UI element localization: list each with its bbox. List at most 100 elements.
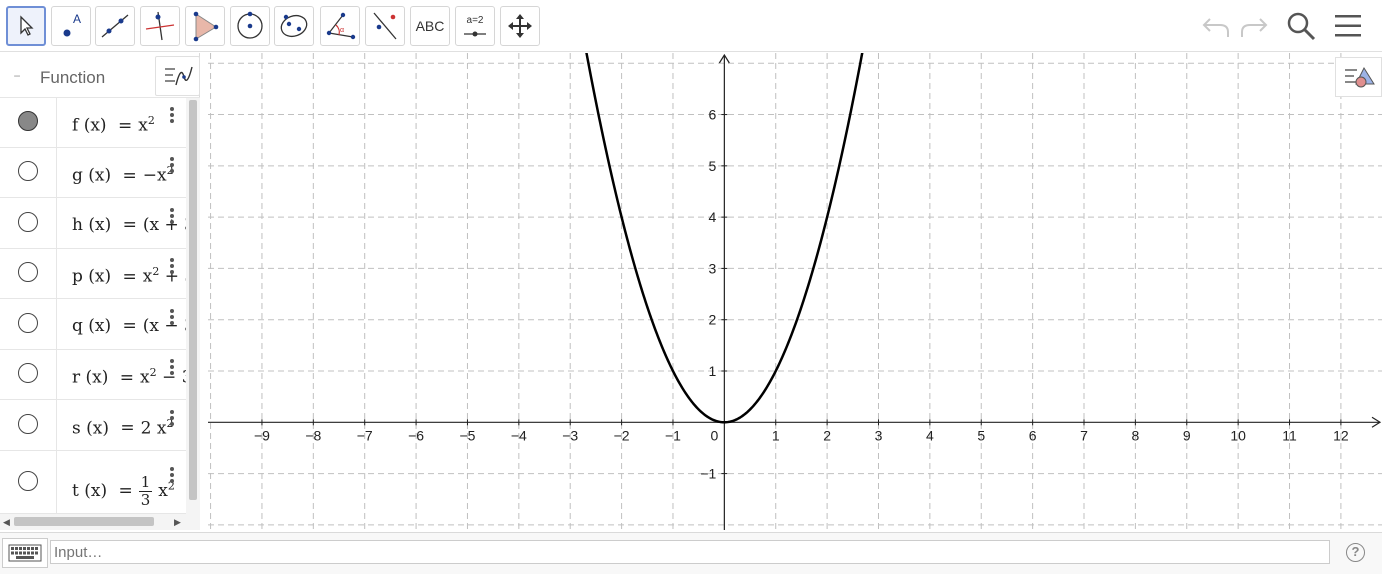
graph-canvas[interactable]: −9 −8 −7 −6 −5 −4 −3 −2 −1 0 1 2 3 4 5 6 7 8 9 10 11 12−11234… [208, 53, 1382, 530]
function-expression: (x + 3 [142, 214, 186, 235]
x-tick-label: 12 [1333, 427, 1349, 443]
arrow-cursor-icon [20, 15, 34, 36]
algebra-item-r[interactable]: r (x) =x2 − 3 [0, 350, 186, 400]
circle-icon [237, 11, 263, 39]
algebra-view: − Function f (x) =x2g (x) =−x2h (x) =(x … [0, 53, 200, 554]
angle-tool-button[interactable]: α [320, 6, 360, 46]
scroll-right-icon[interactable]: ▶ [174, 517, 181, 528]
algebra-item-q[interactable]: q (x) =(x − 3 [0, 299, 186, 350]
algebra-group-title: Function [40, 68, 106, 87]
x-tick-label: 2 [823, 427, 831, 443]
undo-button[interactable] [1198, 8, 1234, 44]
svg-text:α: α [340, 27, 344, 34]
perpendicular-line-tool-button[interactable] [140, 6, 180, 46]
polygon-icon [193, 11, 219, 42]
algebra-item-g[interactable]: g (x) =−x2 [0, 148, 186, 198]
visibility-toggle[interactable] [18, 312, 38, 333]
function-expression: x [140, 367, 150, 388]
more-options-icon[interactable] [169, 409, 175, 430]
more-options-icon[interactable] [169, 107, 175, 127]
equals-sign: = [122, 315, 137, 336]
collapse-icon[interactable]: − [11, 70, 23, 83]
scrollbar-thumb[interactable] [189, 100, 197, 500]
text-tool-button[interactable]: ABC [410, 6, 450, 46]
more-options-icon[interactable] [169, 466, 175, 487]
slider-tool-button[interactable]: a=2 [455, 6, 495, 46]
svg-text:A: A [73, 12, 81, 26]
function-expression: (x − 3 [142, 315, 186, 336]
visibility-toggle[interactable] [18, 211, 38, 232]
more-options-icon[interactable] [169, 207, 175, 228]
move-graphics-icon [508, 14, 532, 38]
y-tick-label: 1 [709, 363, 717, 379]
algebra-item-h[interactable]: h (x) =(x + 3 [0, 198, 186, 249]
line-icon [101, 14, 129, 38]
scroll-left-icon[interactable]: ◀ [3, 517, 10, 528]
reflect-tool-button[interactable] [365, 6, 405, 46]
text-tool-label: ABC [415, 18, 445, 34]
algebra-vertical-scrollbar[interactable]: ▼ [186, 98, 200, 554]
function-name: t (x) [72, 480, 108, 501]
equals-sign: = [122, 266, 137, 287]
equals-sign: = [122, 165, 137, 186]
more-options-icon[interactable] [169, 359, 175, 379]
visibility-toggle[interactable] [18, 363, 38, 383]
visibility-toggle[interactable] [18, 111, 38, 131]
move-tool-button[interactable] [6, 6, 46, 46]
visibility-toggle[interactable] [18, 262, 38, 282]
more-options-icon[interactable] [169, 157, 175, 177]
algebra-item-f[interactable]: f (x) = x2 [0, 98, 186, 148]
graphics-style-bar-button[interactable] [1335, 57, 1382, 97]
function-name: p (x) [72, 266, 112, 287]
x-tick-label: 6 [1029, 427, 1037, 443]
geogebra-app: A α ABC a=2 − Function f (x) = x2 g (x) … [0, 0, 1382, 574]
x-tick-label: −8 [305, 427, 321, 443]
x-tick-label: 10 [1230, 427, 1246, 443]
keyboard-toggle-button[interactable] [2, 538, 48, 568]
algebra-horizontal-scrollbar[interactable]: ◀ ▶ [0, 514, 186, 530]
visibility-cell [0, 350, 57, 399]
equals-sign: = [122, 214, 137, 235]
x-tick-label: 3 [875, 427, 883, 443]
slider-tool-label: a=2 [466, 15, 484, 26]
visibility-toggle[interactable] [18, 470, 38, 491]
more-options-icon[interactable] [169, 258, 175, 278]
redo-icon [1241, 18, 1268, 37]
function-name: h (x) [72, 214, 112, 235]
algebra-style-bar-button[interactable] [155, 56, 200, 96]
visibility-cell [0, 451, 57, 513]
y-tick-label: 4 [709, 209, 717, 225]
algebra-style-icon [164, 66, 193, 86]
reflect-icon [373, 12, 397, 40]
algebra-item-p[interactable]: p (x) =x2 + 3 [0, 249, 186, 299]
x-tick-label: 11 [1282, 427, 1297, 443]
x-tick-label: 4 [926, 427, 934, 443]
algebra-item-t[interactable]: t (x) = 1 3 x2 [0, 451, 186, 514]
circle-tool-button[interactable] [230, 6, 270, 46]
algebra-input-field[interactable] [50, 540, 1330, 564]
graphics-view[interactable]: −9 −8 −7 −6 −5 −4 −3 −2 −1 0 1 2 3 4 5 6 7 8 9 10 11 12 −1 1 2 3 4… [208, 53, 1382, 530]
search-icon [1287, 12, 1316, 41]
redo-button[interactable] [1236, 8, 1272, 44]
more-options-icon[interactable] [169, 308, 175, 329]
function-name: g (x) [72, 165, 112, 186]
main-menu-button[interactable] [1330, 8, 1366, 44]
polygon-tool-button[interactable] [185, 6, 225, 46]
point-tool-button[interactable]: A [51, 6, 91, 46]
ellipse-tool-button[interactable] [274, 6, 314, 46]
visibility-toggle[interactable] [18, 161, 38, 181]
line-tool-button[interactable] [95, 6, 135, 46]
visibility-cell [0, 299, 57, 349]
algebra-item-s[interactable]: s (x) =2 x2 [0, 400, 186, 451]
input-help-icon[interactable]: ? [1346, 543, 1365, 562]
x-tick-label: −3 [562, 427, 578, 443]
scrollbar-thumb[interactable] [14, 517, 154, 526]
visibility-cell [0, 148, 57, 197]
visibility-toggle[interactable] [18, 413, 38, 434]
function-expression: 2 x [140, 418, 167, 439]
move-graphics-tool-button[interactable] [500, 6, 540, 46]
equals-sign: = [118, 480, 133, 501]
exponent: 2 [147, 114, 155, 127]
visibility-cell [0, 400, 57, 450]
search-button[interactable] [1283, 8, 1319, 44]
